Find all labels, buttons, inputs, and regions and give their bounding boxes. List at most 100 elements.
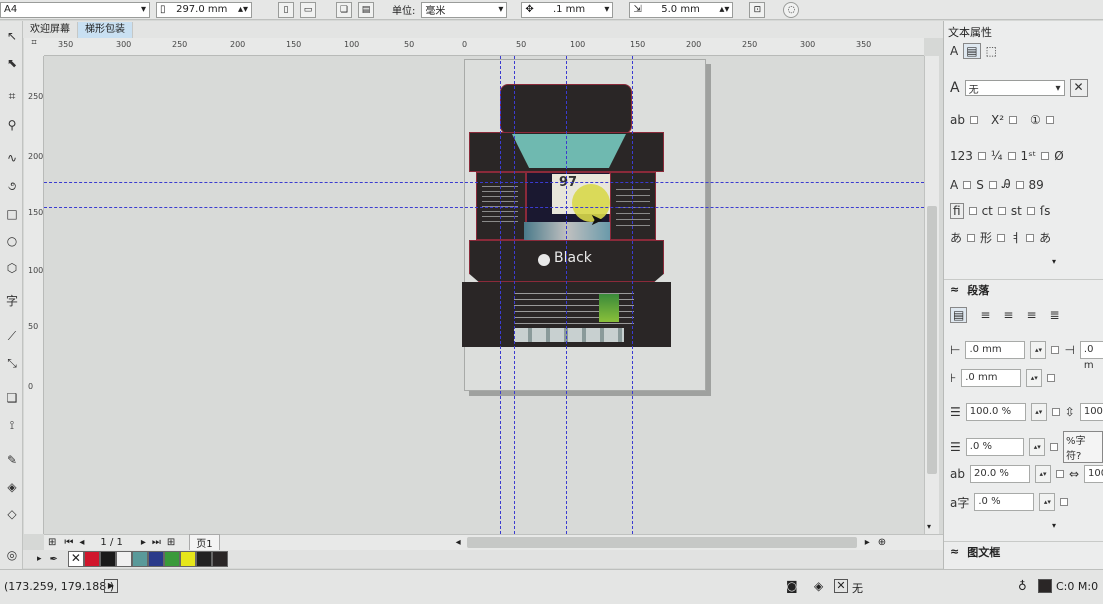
artistic-media-icon[interactable]: ૭ [3,177,21,195]
scroll-thumb[interactable] [927,206,937,474]
eyedropper-palette-icon[interactable]: ✒ [50,554,58,565]
checkbox[interactable] [1050,443,1058,451]
stylistic-icon[interactable]: S [976,178,984,192]
next-page-icon[interactable]: ▸ [141,537,146,548]
contextual-icon[interactable]: Ꭿ [1002,177,1011,192]
zoom-navigator-icon[interactable]: ⊕ [878,537,886,548]
color-swatch[interactable] [147,551,164,567]
vertical-ruler[interactable]: 250 200 150 100 50 0 [24,56,44,534]
options-icon[interactable]: ⊡ [749,1,766,18]
drawing-canvas[interactable]: 97 ➤ Black [44,56,924,534]
last-page-icon[interactable]: ⏭ [152,537,161,548]
checkbox[interactable] [1041,152,1050,160]
color-swatch[interactable] [163,551,180,567]
char-percent-button[interactable]: %字符? [1063,431,1103,463]
polygon-tool-icon[interactable]: ⬡ [3,259,21,277]
add-page-after-icon[interactable]: ⊞ [167,537,175,548]
guideline-vertical[interactable] [514,56,515,534]
guideline-vertical[interactable] [500,56,501,534]
checkbox[interactable] [1055,470,1064,478]
page-height-field[interactable]: ▯ 297.0 mm ▴▾ [156,1,252,18]
line-spacing2-field[interactable]: 100. [1079,403,1103,421]
frame-tab-icon[interactable]: ⬚ [986,44,997,58]
no-color-swatch[interactable]: ✕ [67,551,84,567]
nudge-field[interactable]: ✥ .1 mm ▾ [521,1,614,18]
spin-icon[interactable]: ▴▾ [1030,341,1047,359]
smart-fill-icon[interactable]: ◇ [3,505,21,523]
checkbox[interactable] [967,233,976,242]
numerals-icon[interactable]: 123 [950,149,973,163]
checkbox[interactable] [1009,116,1018,124]
shape-variant-icon[interactable]: 形 [980,229,992,246]
superscript-icon[interactable]: X² [991,113,1004,127]
alternates-icon[interactable]: 89 [1029,178,1044,192]
left-indent-field[interactable]: .0 mm [965,341,1026,359]
spin-icon[interactable]: ▴▾ [1034,465,1051,483]
ordinal-icon[interactable]: ① [1030,113,1041,127]
paragraph-section-header[interactable]: ≈ 段落 [944,279,1103,299]
checkbox[interactable] [1051,346,1060,354]
guideline-vertical[interactable] [632,56,633,534]
landscape-icon[interactable]: ▭ [300,1,316,18]
eyedropper-icon[interactable]: ✎ [3,451,21,469]
checkbox[interactable] [997,233,1006,242]
all-pages-icon[interactable]: ❏ [336,1,352,18]
word-spacing-field[interactable]: 100. [1084,465,1103,483]
vertical-scrollbar[interactable]: ▾ [924,56,939,534]
line-spacing-field[interactable]: 100.0 % [965,403,1026,421]
extra-tools-icon[interactable]: ◎ [3,546,21,564]
prev-page-icon[interactable]: ◂ [79,537,84,548]
outline-pen-icon[interactable]: ♁ [1018,579,1027,593]
parallel-dimension-icon[interactable]: ⟋ [3,327,21,345]
rectangle-tool-icon[interactable]: □ [3,205,21,223]
expand-chevron-icon[interactable]: ▾ [1052,521,1056,530]
checkbox[interactable] [977,152,986,160]
color-swatch[interactable] [131,551,148,567]
historical-icon[interactable]: st [1011,204,1022,218]
freehand-tool-icon[interactable]: ∿ [3,149,21,167]
checkbox[interactable] [997,207,1006,215]
east-asian-icon[interactable]: あ [950,229,962,246]
align-center-icon[interactable]: ≡ [1003,308,1013,322]
horizontal-ruler[interactable]: 350 300 250 200 150 100 50 0 50 100 150 … [44,38,924,56]
tab-welcome[interactable]: 欢迎屏幕 [23,22,78,38]
no-align-icon[interactable]: ▤ [950,307,968,323]
expand-chevron-icon[interactable]: ▾ [1052,257,1056,266]
spin-icon[interactable]: ▴▾ [1026,369,1043,387]
color-swatch[interactable] [179,551,196,567]
palette-scroll-icon[interactable]: ▸ [37,554,42,564]
checkbox[interactable] [1026,207,1035,215]
settings-icon[interactable]: ◌ [783,1,800,18]
checkbox[interactable] [1051,408,1060,416]
kana-icon[interactable]: あ [1039,229,1051,246]
all-caps-icon[interactable]: ab [950,113,965,127]
pick-tool-icon[interactable]: ↖ [3,27,21,45]
unit-select[interactable]: 毫米 ▾ [421,1,508,18]
page-size-select[interactable]: A4 ▾ [0,1,150,18]
crop-tool-icon[interactable]: ⌗ [3,87,21,105]
guideline-horizontal[interactable] [44,182,924,183]
font-fill-select[interactable]: 无 ▾ [964,80,1065,96]
checkbox[interactable] [1007,152,1016,160]
checkbox[interactable] [1015,180,1024,189]
ordinals-icon[interactable]: 1ˢᵗ [1021,149,1037,163]
clear-fill-icon[interactable]: ✕ [1069,79,1088,97]
checkbox[interactable] [1026,233,1035,242]
swash-icon[interactable]: A [950,178,958,192]
zoom-tool-icon[interactable]: ⚲ [3,116,21,134]
scroll-right-icon[interactable]: ▸ [865,537,870,548]
ligature-icon[interactable]: fi [950,203,964,219]
duplicate-distance-field[interactable]: ⇲ 5.0 mm ▴▾ [629,1,734,18]
checkbox[interactable] [1060,498,1069,506]
scroll-down-icon[interactable]: ▾ [927,522,931,531]
play-icon[interactable]: ▶ [104,579,118,593]
scroll-left-icon[interactable]: ◂ [456,537,461,548]
tab-trapezoid-package[interactable]: 梯形包装 [78,22,133,38]
lang-spacing-field[interactable]: .0 % [974,493,1035,511]
drop-shadow-icon[interactable]: ❑ [3,389,21,407]
color-proof-icon[interactable]: ◙ [786,579,798,593]
interactive-fill-icon[interactable]: ◈ [3,478,21,496]
checkbox[interactable] [963,180,972,189]
checkbox[interactable] [968,207,977,215]
color-swatch[interactable] [115,551,132,567]
